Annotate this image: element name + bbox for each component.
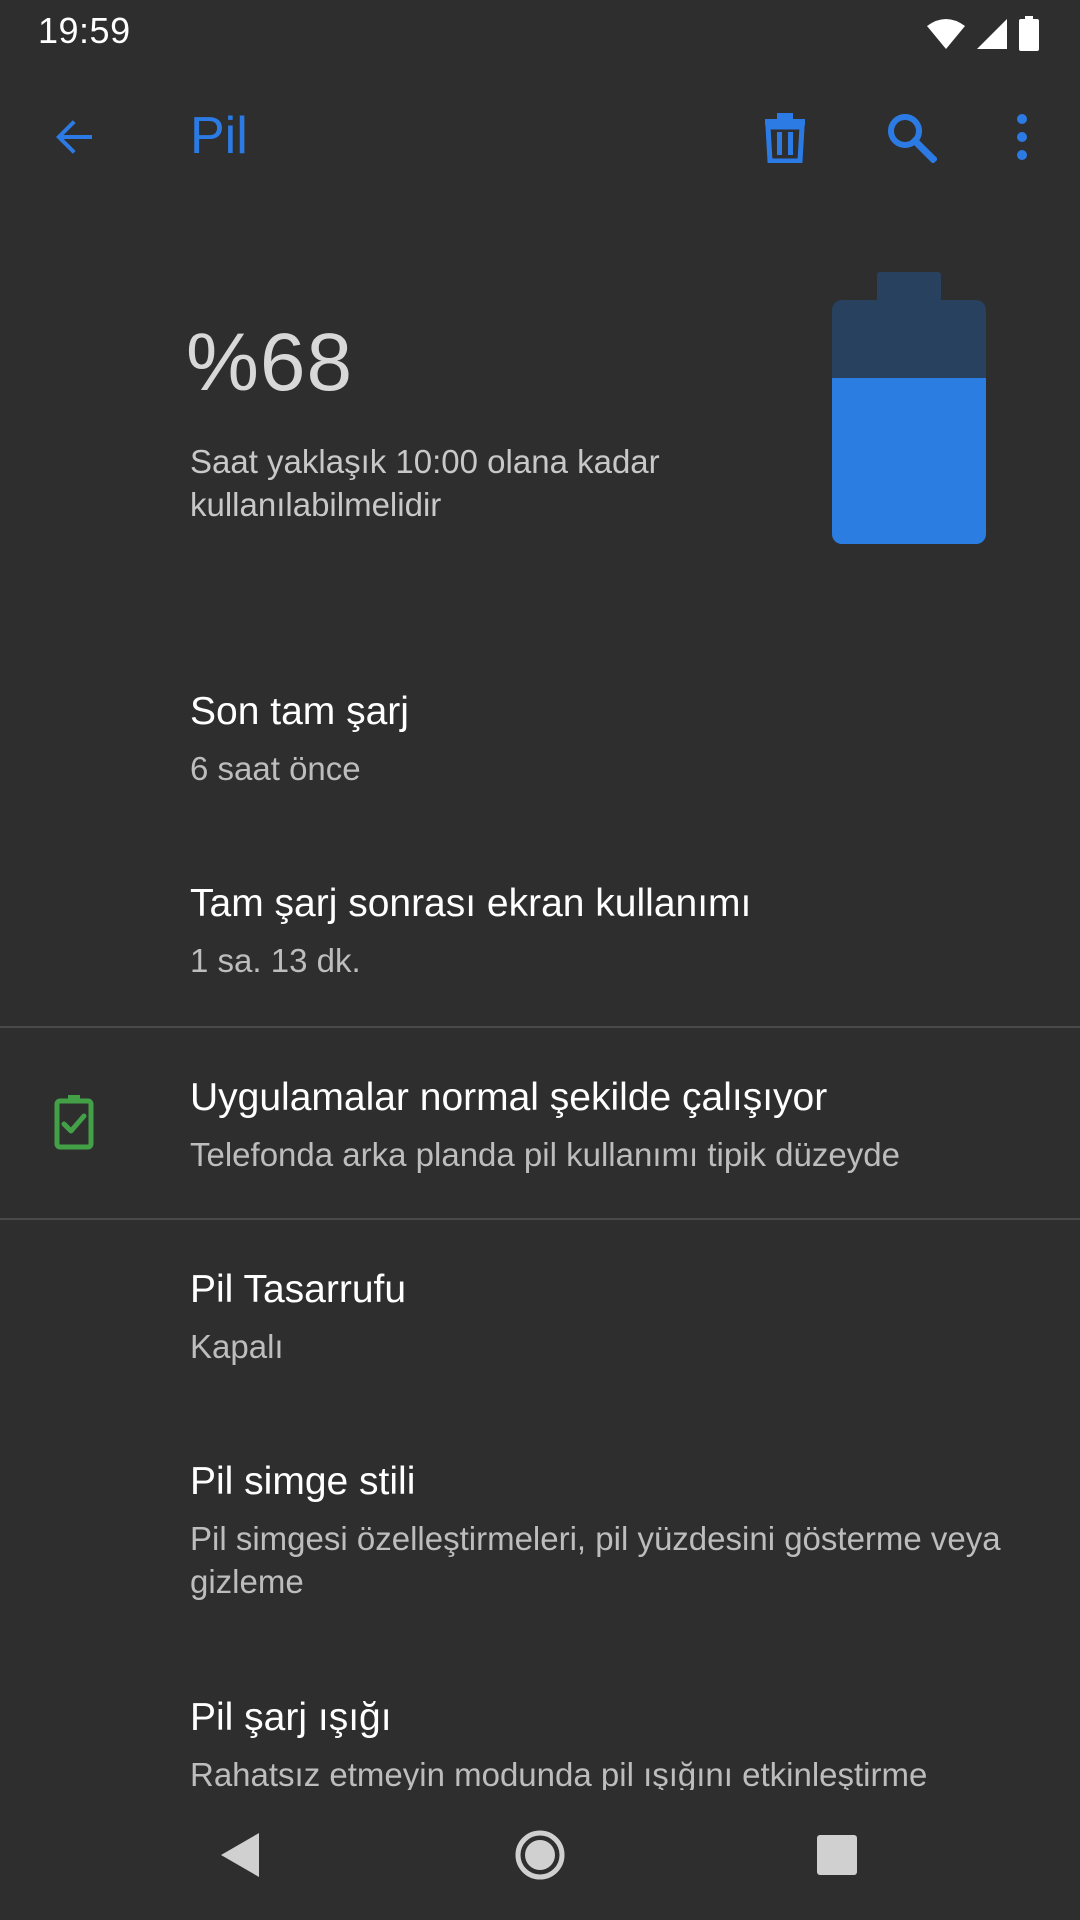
list-item-battery-charge-light[interactable]: Pil şarj ışığı Rahatsız etmeyin modunda … (0, 1650, 1080, 1793)
list-item-title: Tam şarj sonrası ekran kullanımı (190, 882, 752, 925)
status-icons (926, 14, 1040, 54)
list-item-subtitle: 1 sa. 13 dk. (190, 942, 361, 979)
page-title: Pil (190, 107, 248, 165)
more-vert-icon (1017, 114, 1027, 160)
battery-level-graphic (832, 272, 986, 544)
list-item-title: Pil Tasarrufu (190, 1268, 407, 1311)
battery-summary: %68 Saat yaklaşık 10:00 olana kadar kull… (0, 208, 1080, 628)
arrow-back-icon (56, 120, 92, 154)
battery-body (832, 300, 986, 544)
list-item-battery-saver[interactable]: Pil Tasarrufu Kapalı (0, 1222, 1080, 1406)
battery-fill (832, 378, 986, 544)
list-item-title: Uygulamalar normal şekilde çalışıyor (190, 1076, 828, 1119)
list-item-screen-usage[interactable]: Tam şarj sonrası ekran kullanımı 1 sa. 1… (0, 852, 1080, 1024)
nav-home-icon (515, 1830, 565, 1880)
list-item-title: Son tam şarj (190, 690, 409, 733)
list-item-subtitle: Telefonda arka planda pil kullanımı tipi… (190, 1136, 900, 1173)
status-time: 19:59 (38, 10, 131, 51)
list-item-title: Pil şarj ışığı (190, 1696, 392, 1739)
navigation-bar (0, 1790, 1080, 1920)
battery-check-icon (54, 1095, 94, 1150)
nav-recents-icon (817, 1835, 857, 1875)
more-options-button[interactable] (982, 97, 1062, 177)
signal-icon (977, 19, 1007, 49)
divider (0, 1026, 1080, 1028)
list-item-subtitle: 6 saat önce (190, 750, 361, 787)
search-button[interactable] (871, 97, 951, 177)
divider (0, 1218, 1080, 1220)
list-item-last-full-charge[interactable]: Son tam şarj 6 saat önce (0, 660, 1080, 840)
delete-icon (765, 113, 805, 163)
battery-percent: %68 (186, 317, 354, 408)
nav-recents-button[interactable] (797, 1815, 877, 1895)
nav-back-icon (221, 1833, 259, 1877)
list-item-apps-running-normally[interactable]: Uygulamalar normal şekilde çalışıyor Tel… (0, 1030, 1080, 1218)
search-icon (888, 114, 937, 163)
nav-home-button[interactable] (500, 1815, 580, 1895)
app-bar: Pil (0, 66, 1080, 208)
list-item-battery-icon-style[interactable]: Pil simge stili Pil simgesi özelleştirme… (0, 1414, 1080, 1630)
wifi-icon (927, 19, 965, 49)
back-button[interactable] (36, 99, 112, 175)
delete-button[interactable] (745, 97, 825, 177)
battery-cap (877, 272, 941, 302)
nav-back-button[interactable] (200, 1815, 280, 1895)
battery-estimate: Saat yaklaşık 10:00 olana kadar kullanıl… (190, 443, 660, 523)
status-bar: 19:59 (0, 0, 1080, 66)
list-item-subtitle: Pil simgesi özelleştirmeleri, pil yüzdes… (190, 1520, 1001, 1600)
battery-icon (1019, 16, 1039, 51)
list-item-subtitle: Kapalı (190, 1328, 284, 1365)
list-item-title: Pil simge stili (190, 1460, 416, 1503)
